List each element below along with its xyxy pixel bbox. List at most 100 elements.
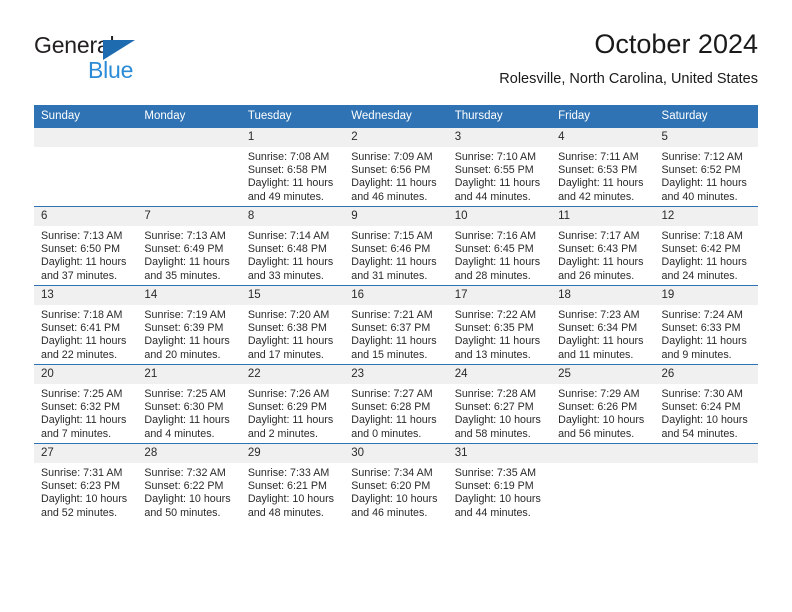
daylight-duration-line1: Daylight: 10 hours — [661, 414, 748, 427]
sunset-time: Sunset: 6:24 PM — [661, 401, 741, 414]
day-details: Sunrise: 7:26 AM Sunset: 6:29 PM Daylight:… — [241, 384, 344, 441]
sunset-time: Sunset: 6:53 PM — [558, 164, 638, 177]
calendar-day-cell[interactable]: 18 Sunrise: 7:23 AM Sunset: 6:34 PM Dayligh… — [551, 285, 655, 365]
day-number: 25 — [551, 365, 655, 384]
sunset-time: Sunset: 6:29 PM — [247, 401, 327, 414]
calendar-day-cell[interactable]: 23 Sunrise: 7:27 AM Sunset: 6:28 PM Dayligh… — [344, 364, 448, 444]
calendar-day-cell[interactable]: 9 Sunrise: 7:15 AM Sunset: 6:46 PM Daylight… — [344, 206, 448, 286]
calendar-day-cell[interactable]: 22 Sunrise: 7:26 AM Sunset: 6:29 PM Dayligh… — [240, 364, 345, 444]
calendar-day-cell[interactable]: 11 Sunrise: 7:17 AM Sunset: 6:43 PM Dayligh… — [551, 206, 655, 286]
calendar-week-row: 6 Sunrise: 7:13 AM Sunset: 6:50 PM Daylight… — [34, 206, 758, 286]
daylight-duration-line2: and 54 minutes. — [661, 427, 738, 440]
sunset-time: Sunset: 6:30 PM — [144, 401, 224, 414]
day-number: 17 — [447, 286, 552, 305]
daylight-duration-line2: and 0 minutes. — [351, 427, 422, 440]
day-details: Sunrise: 7:35 AM Sunset: 6:19 PM Daylight:… — [448, 463, 551, 520]
daylight-duration-line1: Daylight: 11 hours — [41, 256, 127, 269]
daylight-duration-line2: and 7 minutes. — [41, 427, 112, 440]
calendar-day-cell[interactable]: 8 Sunrise: 7:14 AM Sunset: 6:48 PM Daylight… — [240, 206, 345, 286]
calendar-day-cell[interactable]: 29 Sunrise: 7:33 AM Sunset: 6:21 PM Dayligh… — [240, 443, 345, 522]
calendar-day-cell[interactable]: 20 Sunrise: 7:25 AM Sunset: 6:32 PM Dayligh… — [34, 364, 138, 444]
day-number: 7 — [137, 207, 241, 226]
day-details: Sunrise: 7:24 AM Sunset: 6:33 PM Daylight:… — [655, 305, 758, 362]
sunrise-time: Sunrise: 7:17 AM — [558, 230, 640, 242]
day-number: 18 — [551, 286, 655, 305]
weekday-header-monday: Monday — [137, 105, 241, 128]
calendar-day-cell[interactable]: 5 Sunrise: 7:12 AM Sunset: 6:52 PM Daylight… — [654, 128, 758, 207]
calendar-day-cell[interactable]: 28 Sunrise: 7:32 AM Sunset: 6:22 PM Dayligh… — [137, 443, 241, 522]
generalblue-logo[interactable]: General Blue — [34, 32, 194, 83]
sunrise-time: Sunrise: 7:33 AM — [247, 467, 330, 479]
day-number: 9 — [344, 207, 448, 226]
calendar-day-cell[interactable]: 13 Sunrise: 7:18 AM Sunset: 6:41 PM Dayligh… — [34, 285, 138, 365]
sunrise-time: Sunrise: 7:31 AM — [41, 467, 123, 479]
day-details: Sunrise: 7:32 AM Sunset: 6:22 PM Daylight:… — [137, 463, 240, 520]
daylight-duration-line1: Daylight: 11 hours — [661, 177, 747, 190]
calendar-day-cell[interactable]: 17 Sunrise: 7:22 AM Sunset: 6:35 PM Dayligh… — [447, 285, 552, 365]
daylight-duration-line1: Daylight: 11 hours — [454, 335, 541, 348]
day-details: Sunrise: 7:30 AM Sunset: 6:24 PM Daylight:… — [655, 384, 758, 441]
daylight-duration-line1: Daylight: 10 hours — [558, 414, 645, 427]
sunset-time: Sunset: 6:43 PM — [558, 243, 638, 256]
calendar-day-cell[interactable]: 15 Sunrise: 7:20 AM Sunset: 6:38 PM Dayligh… — [240, 285, 345, 365]
calendar-day-cell[interactable]: 3 Sunrise: 7:10 AM Sunset: 6:55 PM Daylight… — [447, 128, 552, 207]
daylight-duration-line2: and 13 minutes. — [454, 348, 531, 361]
calendar-day-cell[interactable]: 30 Sunrise: 7:34 AM Sunset: 6:20 PM Dayligh… — [344, 443, 448, 522]
daylight-duration-line1: Daylight: 10 hours — [454, 493, 541, 506]
day-details: Sunrise: 7:16 AM Sunset: 6:45 PM Daylight:… — [448, 226, 551, 283]
daylight-duration-line1: Daylight: 11 hours — [144, 414, 230, 427]
calendar-day-cell[interactable]: 6 Sunrise: 7:13 AM Sunset: 6:50 PM Daylight… — [34, 206, 138, 286]
daylight-duration-line2: and 58 minutes. — [454, 427, 531, 440]
calendar-day-cell[interactable]: 24 Sunrise: 7:28 AM Sunset: 6:27 PM Dayligh… — [447, 364, 552, 444]
calendar-day-cell[interactable]: 31 Sunrise: 7:35 AM Sunset: 6:19 PM Dayligh… — [447, 443, 552, 522]
day-number: 20 — [34, 365, 138, 384]
day-details: Sunrise: 7:25 AM Sunset: 6:30 PM Daylight:… — [137, 384, 240, 441]
day-number: 27 — [34, 444, 138, 463]
daylight-duration-line1: Daylight: 11 hours — [558, 256, 644, 269]
calendar-day-cell[interactable]: 19 Sunrise: 7:24 AM Sunset: 6:33 PM Dayligh… — [654, 285, 758, 365]
calendar-day-cell[interactable]: 21 Sunrise: 7:25 AM Sunset: 6:30 PM Dayligh… — [137, 364, 241, 444]
sunrise-time: Sunrise: 7:22 AM — [454, 309, 537, 321]
sunset-time: Sunset: 6:39 PM — [144, 322, 224, 335]
day-number: 1 — [240, 128, 345, 147]
daylight-duration-line2: and 40 minutes. — [661, 190, 738, 203]
daylight-duration-line1: Daylight: 11 hours — [351, 177, 437, 190]
daylight-duration-line2: and 37 minutes. — [41, 269, 118, 282]
day-details — [34, 147, 137, 151]
calendar-day-cell[interactable]: 25 Sunrise: 7:29 AM Sunset: 6:26 PM Dayligh… — [551, 364, 655, 444]
calendar-day-cell[interactable]: 2 Sunrise: 7:09 AM Sunset: 6:56 PM Daylight… — [344, 128, 448, 207]
page-header: General Blue October 2024 Rolesville, No… — [0, 0, 792, 100]
sunrise-time: Sunrise: 7:27 AM — [351, 388, 433, 400]
calendar-day-cell[interactable]: 1 Sunrise: 7:08 AM Sunset: 6:58 PM Daylight… — [240, 128, 345, 207]
sunrise-time: Sunrise: 7:15 AM — [351, 230, 433, 242]
calendar-day-cell[interactable]: 27 Sunrise: 7:31 AM Sunset: 6:23 PM Dayligh… — [34, 443, 138, 522]
day-details: Sunrise: 7:14 AM Sunset: 6:48 PM Daylight:… — [241, 226, 344, 283]
calendar-day-cell[interactable]: 4 Sunrise: 7:11 AM Sunset: 6:53 PM Daylight… — [551, 128, 655, 207]
day-number: 5 — [654, 128, 758, 147]
calendar-day-cell[interactable]: 14 Sunrise: 7:19 AM Sunset: 6:39 PM Dayligh… — [137, 285, 241, 365]
calendar-day-cell-empty — [551, 443, 655, 522]
sunset-time: Sunset: 6:27 PM — [454, 401, 534, 414]
calendar-day-cell[interactable]: 7 Sunrise: 7:13 AM Sunset: 6:49 PM Daylight… — [137, 206, 241, 286]
sunset-time: Sunset: 6:52 PM — [661, 164, 741, 177]
day-number: 31 — [447, 444, 552, 463]
sunset-time: Sunset: 6:20 PM — [351, 480, 431, 493]
calendar-week-row: 27 Sunrise: 7:31 AM Sunset: 6:23 PM Dayligh… — [34, 443, 758, 522]
sunrise-time: Sunrise: 7:08 AM — [247, 151, 330, 163]
calendar-day-cell[interactable]: 10 Sunrise: 7:16 AM Sunset: 6:45 PM Dayligh… — [447, 206, 552, 286]
day-details: Sunrise: 7:11 AM Sunset: 6:53 PM Daylight:… — [551, 147, 654, 204]
day-number — [137, 128, 241, 147]
day-details: Sunrise: 7:13 AM Sunset: 6:50 PM Daylight:… — [34, 226, 137, 283]
sunset-time: Sunset: 6:35 PM — [454, 322, 534, 335]
calendar-day-cell[interactable]: 26 Sunrise: 7:30 AM Sunset: 6:24 PM Dayligh… — [654, 364, 758, 444]
daylight-duration-line2: and 46 minutes. — [351, 190, 428, 203]
sunrise-time: Sunrise: 7:34 AM — [351, 467, 433, 479]
calendar-day-cell[interactable]: 12 Sunrise: 7:18 AM Sunset: 6:42 PM Dayligh… — [654, 206, 758, 286]
sunrise-time: Sunrise: 7:25 AM — [144, 388, 226, 400]
day-details: Sunrise: 7:18 AM Sunset: 6:41 PM Daylight:… — [34, 305, 137, 362]
daylight-duration-line1: Daylight: 11 hours — [247, 256, 334, 269]
calendar-day-cell[interactable]: 16 Sunrise: 7:21 AM Sunset: 6:37 PM Dayligh… — [344, 285, 448, 365]
weekday-header-wednesday: Wednesday — [344, 105, 448, 128]
sunrise-time: Sunrise: 7:35 AM — [454, 467, 537, 479]
sunrise-time: Sunrise: 7:26 AM — [247, 388, 330, 400]
